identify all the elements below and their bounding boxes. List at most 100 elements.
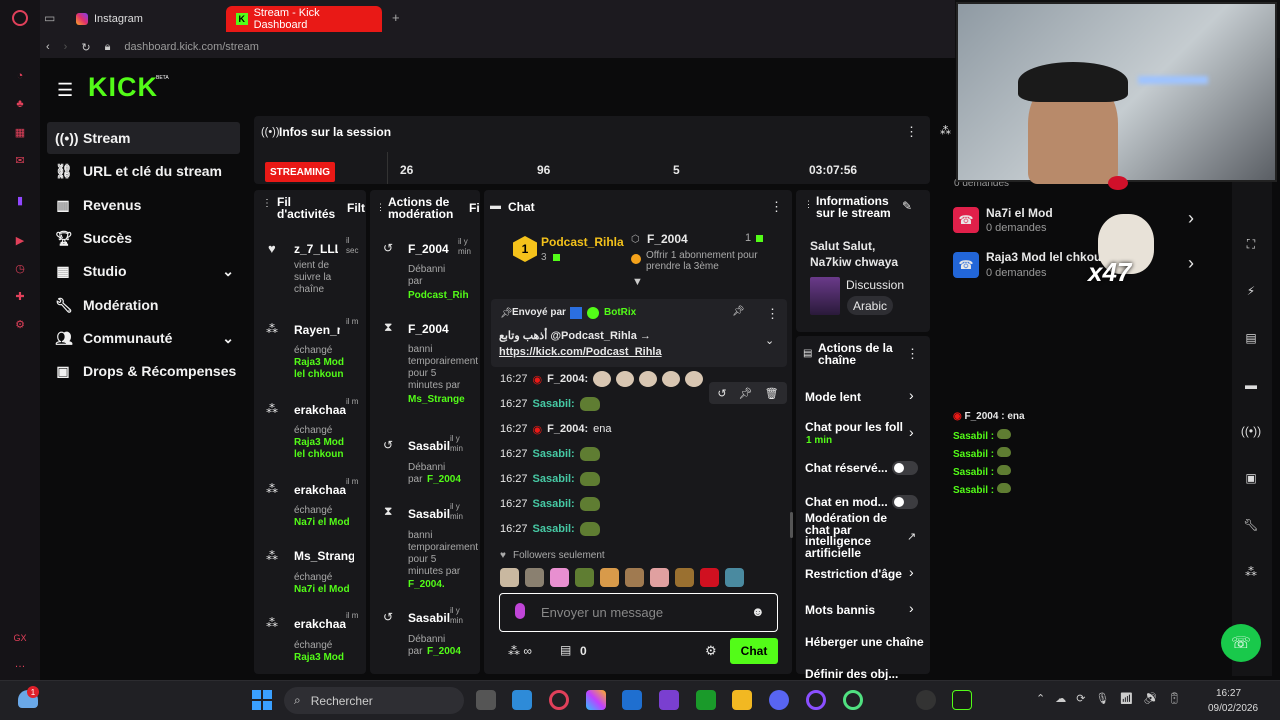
feed-user[interactable]: erakchaa xyxy=(294,483,346,497)
store-icon[interactable] xyxy=(622,690,642,710)
chevron-right-icon[interactable]: › xyxy=(1188,208,1194,229)
emoji-icon[interactable]: ☻ xyxy=(751,604,765,619)
msg-user[interactable]: Sasabil: xyxy=(533,473,575,485)
pinned-link[interactable]: https://kick.com/Podcast_Rihla xyxy=(499,346,662,358)
nav-stream-url[interactable]: ⛓ URL et clé du stream xyxy=(47,155,240,187)
url-field[interactable]: dashboard.kick.com/stream xyxy=(124,41,259,53)
clock-date[interactable]: 09/02/2026 xyxy=(1208,703,1258,714)
new-tab-button[interactable]: + xyxy=(392,10,400,25)
back-icon[interactable]: ‹ xyxy=(46,41,50,53)
edit-icon[interactable]: ✎ xyxy=(902,199,912,213)
feed-user[interactable]: erakchaa xyxy=(294,403,346,417)
pin-icon[interactable]: 📌︎ xyxy=(739,387,753,400)
nav-studio[interactable]: ▦ Studio ⌄ xyxy=(47,255,240,287)
chat-message[interactable]: 16:27 Sasabil: xyxy=(500,495,600,513)
feed-user[interactable]: Ms_Strang xyxy=(294,549,354,563)
unpin-icon[interactable]: 📌︎ xyxy=(732,306,745,317)
mod-chat-toggle[interactable] xyxy=(892,495,918,509)
folder-icon[interactable] xyxy=(732,690,752,710)
more-options-icon[interactable]: ⋮ xyxy=(376,202,385,213)
opera-icon[interactable] xyxy=(806,690,826,710)
age-restriction-item[interactable]: Restriction d'âge xyxy=(805,567,923,581)
msg-user[interactable]: F_2004: xyxy=(547,373,588,385)
task-view-icon[interactable] xyxy=(476,690,496,710)
tab-kick-dashboard[interactable]: K Stream - Kick Dashboard xyxy=(226,6,382,32)
app-icon[interactable] xyxy=(659,690,679,710)
broadcast-icon[interactable]: ((•)) xyxy=(1240,420,1262,442)
player-icon[interactable]: ▶ xyxy=(12,232,28,248)
reload-icon[interactable]: ↻ xyxy=(81,41,90,54)
collapse-icon[interactable]: ▼ xyxy=(632,276,643,288)
msg-user[interactable]: Sasabil: xyxy=(533,523,575,535)
msg-user[interactable]: Sasabil: xyxy=(533,398,575,410)
nav-revenue[interactable]: ▥ Revenus xyxy=(47,189,240,221)
second-gifter-name[interactable]: F_2004 xyxy=(647,232,688,246)
mod-target[interactable]: F_2004 xyxy=(408,322,449,336)
ai-moderation-item[interactable]: Modération de chat par intelligence artific… xyxy=(805,512,923,559)
wrench-icon[interactable]: 🔧︎ xyxy=(1240,514,1262,536)
tab-list-icon[interactable]: ▭ xyxy=(44,11,55,25)
tv-icon[interactable]: ▣ xyxy=(1240,467,1262,489)
clock-time[interactable]: 16:27 xyxy=(1216,688,1241,699)
kick-logo[interactable]: KICK xyxy=(88,72,158,103)
nav-achievements[interactable]: 🏆︎ Succès xyxy=(47,222,240,254)
screen-capture-icon[interactable]: ⛶ xyxy=(1240,233,1262,255)
store-icon[interactable]: ▤ xyxy=(560,643,571,657)
emote[interactable] xyxy=(650,568,669,587)
mod-filter-tab[interactable]: Fil xyxy=(469,201,480,215)
feed-user[interactable]: z_7_LLL xyxy=(294,242,338,256)
support-icon[interactable]: ☏ xyxy=(1221,624,1261,662)
more-options-icon[interactable]: ⋮ xyxy=(906,346,919,362)
host-channel-item[interactable]: Héberger une chaîne xyxy=(805,635,929,649)
emote[interactable] xyxy=(675,568,694,587)
emote[interactable] xyxy=(575,568,594,587)
nav-moderation[interactable]: 🔧︎ Modération xyxy=(47,289,240,321)
twitch-icon[interactable]: ▮ xyxy=(12,192,28,208)
nav-drops[interactable]: ▣ Drops & Récompenses xyxy=(47,355,240,387)
mod-target[interactable]: Sasabil xyxy=(408,507,450,521)
mail-icon[interactable]: ✉ xyxy=(12,152,28,168)
forward-icon[interactable]: › xyxy=(64,41,68,53)
undo-icon[interactable]: ↺ xyxy=(717,387,726,400)
start-icon[interactable] xyxy=(252,690,272,710)
chat-icon[interactable]: ▬ xyxy=(1240,374,1262,396)
trash-icon[interactable]: 🗑︎ xyxy=(765,387,779,400)
emote[interactable] xyxy=(725,568,744,587)
microphone-icon[interactable] xyxy=(515,603,525,619)
widgets-icon[interactable] xyxy=(512,690,532,710)
more-options-icon[interactable]: ⋮ xyxy=(770,199,783,215)
settings-icon[interactable]: ⚙ xyxy=(12,316,28,332)
reserved-chat-toggle[interactable] xyxy=(892,461,918,475)
msg-user[interactable]: Sasabil: xyxy=(533,448,575,460)
opera-logo-icon[interactable] xyxy=(12,10,28,26)
history-icon[interactable]: ◔ xyxy=(12,68,28,84)
clock-icon[interactable]: ◷ xyxy=(12,260,28,276)
emote[interactable] xyxy=(550,568,569,587)
emote[interactable] xyxy=(600,568,619,587)
tab-instagram[interactable]: Instagram xyxy=(66,6,153,32)
nav-community[interactable]: 👥︎ Communauté ⌄ xyxy=(47,322,240,354)
chat-message[interactable]: 16:27 Sasabil: xyxy=(500,395,600,413)
nav-stream[interactable]: ((•)) Stream xyxy=(47,122,240,154)
chat-message[interactable]: 16:27 ◉ F_2004: xyxy=(500,370,704,388)
feed-user[interactable]: Rayen_r xyxy=(294,323,340,337)
chat-message[interactable]: 16:27 Sasabil: xyxy=(500,470,600,488)
more-options-icon[interactable]: ⋮ xyxy=(905,124,918,140)
pinned-author[interactable]: BotRix xyxy=(604,307,636,318)
more-icon[interactable]: … xyxy=(12,656,28,672)
gx-icon[interactable]: GX xyxy=(12,630,28,646)
lightning-icon[interactable]: ⚡︎ xyxy=(1240,280,1262,302)
more-options-icon[interactable]: ⋮ xyxy=(766,306,779,322)
discord-icon[interactable] xyxy=(769,690,789,710)
aria-icon[interactable]: ♣ xyxy=(12,96,28,112)
system-tray[interactable]: ⌃☁⟳🎙︎📶︎🔊︎🔋︎ xyxy=(1036,692,1191,705)
extensions-icon[interactable]: ✚ xyxy=(12,288,28,304)
chat-scrollbar[interactable] xyxy=(790,512,793,538)
kick-icon[interactable] xyxy=(952,690,972,710)
reward-name[interactable]: Na7i el Mod xyxy=(986,206,1053,220)
more-options-icon[interactable]: ⋮ xyxy=(262,198,272,209)
chat-message[interactable]: 16:27 Sasabil: xyxy=(500,445,600,463)
notes-icon[interactable]: ▤ xyxy=(1240,327,1262,349)
menu-icon[interactable]: ☰ xyxy=(57,80,73,101)
followers-chat-item[interactable]: Chat pour les foll xyxy=(805,420,905,434)
